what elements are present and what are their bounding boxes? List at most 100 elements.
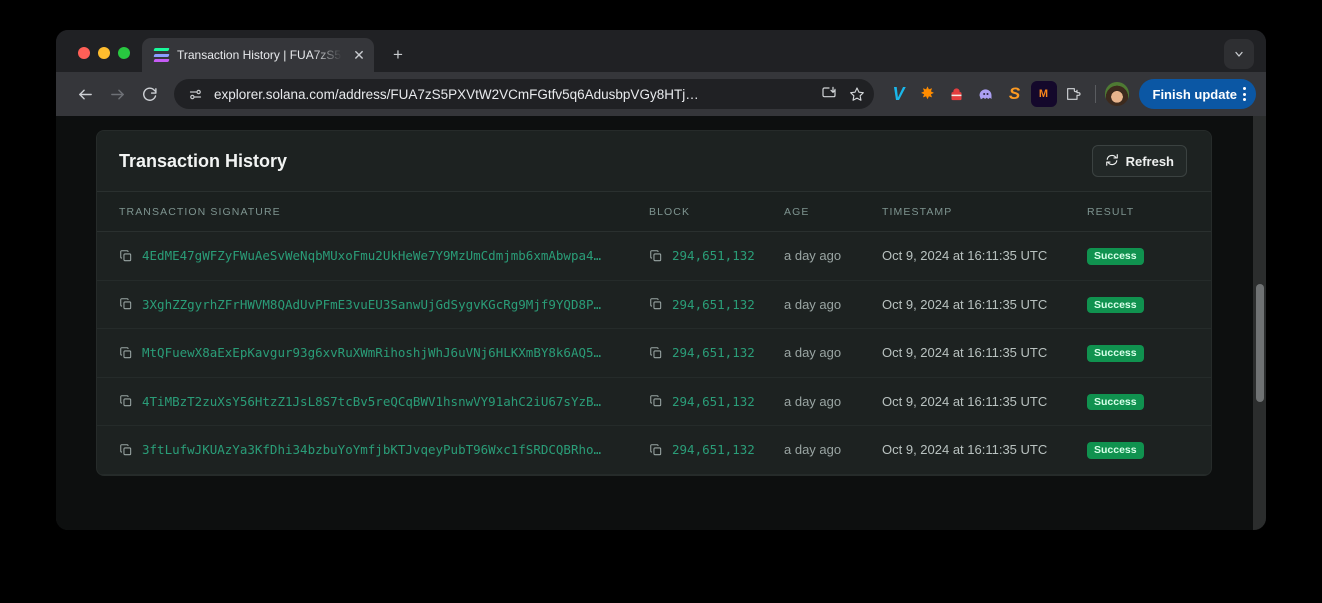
copy-icon[interactable] bbox=[119, 297, 133, 311]
column-header-block: BLOCK bbox=[649, 192, 784, 232]
copy-icon[interactable] bbox=[119, 249, 133, 263]
timestamp-value: Oct 9, 2024 at 16:11:35 UTC bbox=[882, 296, 1048, 312]
metamask-extension-icon[interactable]: M bbox=[1030, 81, 1057, 107]
cell-block: 294,651,132 bbox=[649, 377, 784, 426]
column-header-timestamp: TIMESTAMP bbox=[882, 192, 1087, 232]
block-link[interactable]: 294,651,132 bbox=[672, 297, 755, 312]
cell-signature: 4TiMBzT2zuXsY56HtzZ1JsL8S7tcBv5reQCqBWV1… bbox=[97, 377, 649, 426]
transaction-signature-link[interactable]: 4EdME47gWFZyFWuAeSvWeNqbMUxoFmu2UkHeWe7Y… bbox=[142, 248, 601, 263]
transaction-signature-link[interactable]: 4TiMBzT2zuXsY56HtzZ1JsL8S7tcBv5reQCqBWV1… bbox=[142, 394, 601, 409]
finish-update-button[interactable]: Finish update bbox=[1138, 79, 1256, 109]
cell-age: a day ago bbox=[784, 232, 882, 281]
close-icon[interactable]: ✕ bbox=[350, 46, 368, 64]
page-scrollbar[interactable] bbox=[1253, 116, 1266, 530]
close-window-button[interactable] bbox=[78, 47, 90, 59]
copy-icon[interactable] bbox=[649, 443, 663, 457]
maximize-window-button[interactable] bbox=[118, 47, 130, 59]
table-head: TRANSACTION SIGNATURE BLOCK AGE TIMESTAM… bbox=[97, 192, 1211, 232]
table-header-row: TRANSACTION SIGNATURE BLOCK AGE TIMESTAM… bbox=[97, 192, 1211, 232]
transactions-table: TRANSACTION SIGNATURE BLOCK AGE TIMESTAM… bbox=[97, 192, 1211, 475]
block-link[interactable]: 294,651,132 bbox=[672, 345, 755, 360]
forward-icon[interactable] bbox=[102, 79, 132, 109]
cell-result: Success bbox=[1087, 377, 1211, 426]
tune-icon[interactable] bbox=[184, 83, 206, 105]
table-row: 4EdME47gWFZyFWuAeSvWeNqbMUxoFmu2UkHeWe7Y… bbox=[97, 232, 1211, 281]
sparkle-extension-icon[interactable]: ✸ bbox=[915, 81, 941, 107]
timestamp-value: Oct 9, 2024 at 16:11:35 UTC bbox=[882, 393, 1048, 409]
tab-title: Transaction History | FUA7zS5 bbox=[177, 48, 342, 62]
page-title: Transaction History bbox=[119, 150, 288, 171]
refresh-label: Refresh bbox=[1125, 153, 1174, 169]
transaction-history-card: Transaction History Refresh TRANSACTION … bbox=[96, 130, 1212, 476]
cell-result: Success bbox=[1087, 426, 1211, 475]
page-viewport: Transaction History Refresh TRANSACTION … bbox=[56, 116, 1266, 530]
table-row: 3ftLufwJKUAzYa3KfDhi34bzbuYoYmfjbKTJvqey… bbox=[97, 426, 1211, 475]
backpack-wallet-icon[interactable] bbox=[944, 81, 970, 107]
age-value: a day ago bbox=[784, 393, 842, 409]
cell-age: a day ago bbox=[784, 426, 882, 475]
window-controls bbox=[56, 47, 142, 72]
column-header-age: AGE bbox=[784, 192, 882, 232]
cell-timestamp: Oct 9, 2024 at 16:11:35 UTC bbox=[882, 329, 1087, 378]
cell-signature: 3XghZZgyrhZFrHWVM8QAdUvPFmE3vuEU3SanwUjG… bbox=[97, 280, 649, 329]
toolbar-divider bbox=[1094, 85, 1096, 103]
back-icon[interactable] bbox=[70, 79, 100, 109]
solflare-wallet-icon[interactable]: S bbox=[1002, 81, 1028, 107]
cell-signature: MtQFuewX8aExEpKavgur93g6xvRuXWmRihoshjWh… bbox=[97, 329, 649, 378]
cell-age: a day ago bbox=[784, 377, 882, 426]
minimize-window-button[interactable] bbox=[98, 47, 110, 59]
vimeo-extension-icon[interactable]: V bbox=[886, 81, 912, 107]
copy-icon[interactable] bbox=[649, 297, 663, 311]
overflow-menu-icon[interactable] bbox=[1243, 87, 1248, 101]
table-body: 4EdME47gWFZyFWuAeSvWeNqbMUxoFmu2UkHeWe7Y… bbox=[97, 232, 1211, 475]
new-tab-button[interactable]: + bbox=[384, 40, 412, 68]
refresh-button[interactable]: Refresh bbox=[1091, 145, 1187, 177]
status-badge: Success bbox=[1087, 296, 1144, 313]
extensions-puzzle-icon[interactable] bbox=[1060, 81, 1086, 107]
status-badge: Success bbox=[1087, 393, 1144, 410]
copy-icon[interactable] bbox=[649, 249, 663, 263]
transaction-signature-link[interactable]: 3XghZZgyrhZFrHWVM8QAdUvPFmE3vuEU3SanwUjG… bbox=[142, 297, 601, 312]
cell-result: Success bbox=[1087, 329, 1211, 378]
cell-block: 294,651,132 bbox=[649, 280, 784, 329]
table-row: 3XghZZgyrhZFrHWVM8QAdUvPFmE3vuEU3SanwUjG… bbox=[97, 280, 1211, 329]
age-value: a day ago bbox=[784, 296, 842, 312]
reload-icon[interactable] bbox=[134, 79, 164, 109]
copy-icon[interactable] bbox=[649, 394, 663, 408]
cell-timestamp: Oct 9, 2024 at 16:11:35 UTC bbox=[882, 280, 1087, 329]
cell-signature: 3ftLufwJKUAzYa3KfDhi34bzbuYoYmfjbKTJvqey… bbox=[97, 426, 649, 475]
omnibox-actions bbox=[816, 81, 870, 107]
status-badge: Success bbox=[1087, 345, 1144, 362]
phantom-wallet-icon[interactable] bbox=[973, 81, 999, 107]
transaction-signature-link[interactable]: MtQFuewX8aExEpKavgur93g6xvRuXWmRihoshjWh… bbox=[142, 345, 601, 360]
block-link[interactable]: 294,651,132 bbox=[672, 248, 755, 263]
cell-result: Success bbox=[1087, 280, 1211, 329]
age-value: a day ago bbox=[784, 248, 842, 264]
cell-timestamp: Oct 9, 2024 at 16:11:35 UTC bbox=[882, 232, 1087, 281]
copy-icon[interactable] bbox=[119, 346, 133, 360]
browser-tab-transaction-history[interactable]: Transaction History | FUA7zS5 ✕ bbox=[142, 38, 374, 72]
table-row: 4TiMBzT2zuXsY56HtzZ1JsL8S7tcBv5reQCqBWV1… bbox=[97, 377, 1211, 426]
transaction-signature-link[interactable]: 3ftLufwJKUAzYa3KfDhi34bzbuYoYmfjbKTJvqey… bbox=[142, 442, 601, 457]
star-icon[interactable] bbox=[844, 81, 870, 107]
tab-strip: Transaction History | FUA7zS5 ✕ + bbox=[56, 30, 1266, 72]
extensions-area: V ✸ S M bbox=[886, 81, 1086, 107]
page-scrollbar-thumb[interactable] bbox=[1255, 284, 1264, 402]
copy-icon[interactable] bbox=[649, 346, 663, 360]
timestamp-value: Oct 9, 2024 at 16:11:35 UTC bbox=[882, 345, 1048, 361]
install-app-icon[interactable] bbox=[816, 81, 842, 107]
block-link[interactable]: 294,651,132 bbox=[672, 394, 755, 409]
status-badge: Success bbox=[1087, 442, 1144, 459]
cell-timestamp: Oct 9, 2024 at 16:11:35 UTC bbox=[882, 426, 1087, 475]
finish-update-label: Finish update bbox=[1152, 86, 1238, 102]
avatar[interactable] bbox=[1104, 82, 1129, 106]
block-link[interactable]: 294,651,132 bbox=[672, 442, 755, 457]
address-bar[interactable]: explorer.solana.com/address/FUA7zS5PXVtW… bbox=[174, 79, 874, 109]
address-bar-url: explorer.solana.com/address/FUA7zS5PXVtW… bbox=[214, 86, 699, 102]
chevron-down-icon[interactable] bbox=[1224, 39, 1254, 69]
copy-icon[interactable] bbox=[119, 443, 133, 457]
copy-icon[interactable] bbox=[119, 394, 133, 408]
column-header-signature: TRANSACTION SIGNATURE bbox=[97, 192, 649, 232]
cell-age: a day ago bbox=[784, 329, 882, 378]
age-value: a day ago bbox=[784, 442, 842, 458]
